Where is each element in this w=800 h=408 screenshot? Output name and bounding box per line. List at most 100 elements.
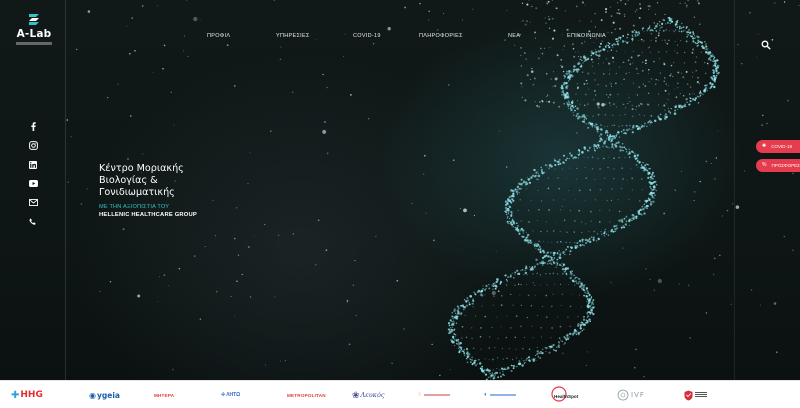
search-icon[interactable] bbox=[761, 37, 771, 50]
helix-particle bbox=[556, 221, 557, 223]
helix-particle bbox=[563, 103, 565, 105]
helix-particle bbox=[624, 113, 626, 116]
helix-particle bbox=[573, 231, 575, 233]
helix-particle bbox=[577, 324, 580, 327]
helix-particle bbox=[711, 84, 713, 86]
offers-quick-link[interactable]: % ΠΡΟΣΦΟΡΕΣ bbox=[756, 159, 800, 172]
helix-particle bbox=[615, 147, 617, 148]
helix-particle bbox=[563, 265, 565, 267]
helix-particle bbox=[589, 301, 591, 303]
helix-particle bbox=[532, 359, 535, 363]
partner-healthspot-logo[interactable]: HealthSpot bbox=[551, 386, 578, 404]
helix-particle bbox=[662, 30, 665, 32]
partner-lefkos-logo[interactable]: ❀ Λευκός bbox=[352, 389, 385, 401]
helix-particle bbox=[233, 237, 236, 240]
helix-particle bbox=[447, 84, 450, 86]
helix-particle bbox=[506, 10, 508, 12]
nav-item-information[interactable]: ΠΛΗΡΟΦΟΡΙΕΣ bbox=[419, 33, 463, 39]
helix-particle bbox=[558, 105, 561, 108]
linkedin-icon[interactable] bbox=[27, 159, 39, 170]
nav-item-services[interactable]: ΥΠΗΡΕΣΙΕΣ bbox=[276, 33, 310, 39]
helix-particle bbox=[495, 367, 498, 370]
facebook-icon[interactable] bbox=[27, 121, 39, 132]
helix-particle bbox=[552, 86, 554, 88]
helix-particle bbox=[622, 178, 624, 180]
partner-hhg-logo[interactable]: ✚ HHG bbox=[11, 389, 43, 401]
helix-particle bbox=[524, 269, 526, 271]
helix-particle bbox=[551, 241, 553, 243]
helix-particle bbox=[626, 221, 628, 223]
helix-particle bbox=[454, 312, 457, 314]
helix-particle bbox=[573, 114, 575, 117]
helix-particle bbox=[587, 123, 589, 125]
helix-particle bbox=[673, 112, 677, 115]
helix-particle bbox=[565, 72, 569, 76]
helix-particle bbox=[234, 315, 236, 317]
partner-shield-logo[interactable] bbox=[684, 389, 707, 401]
helix-particle bbox=[539, 284, 541, 286]
helix-particle bbox=[562, 49, 564, 51]
percent-icon: % bbox=[762, 162, 767, 168]
helix-particle bbox=[553, 257, 556, 259]
helix-particle bbox=[510, 201, 513, 204]
helix-particle bbox=[517, 225, 519, 227]
helix-particle bbox=[510, 212, 513, 215]
helix-particle bbox=[537, 263, 539, 265]
partner-blue-logo[interactable]: ◐ bbox=[484, 389, 516, 401]
email-icon[interactable] bbox=[27, 197, 39, 208]
helix-particle bbox=[594, 26, 597, 28]
helix-particle bbox=[472, 299, 475, 302]
partner-red-logo[interactable]: ◌ bbox=[418, 389, 450, 401]
youtube-icon[interactable] bbox=[27, 178, 39, 189]
partner-ivf-logo[interactable]: IVF bbox=[617, 389, 645, 401]
nav-item-covid[interactable]: COVID-19 bbox=[353, 33, 381, 39]
helix-particle bbox=[624, 3, 627, 5]
helix-particle bbox=[547, 241, 549, 243]
partner-ygeia-logo[interactable]: ◉ ygeia bbox=[89, 389, 120, 401]
helix-particle bbox=[694, 93, 695, 95]
helix-particle bbox=[625, 215, 628, 218]
helix-particle bbox=[529, 268, 533, 271]
helix-particle bbox=[531, 5, 533, 8]
helix-particle bbox=[553, 158, 555, 160]
nav-item-contact[interactable]: ΕΠΙΚΟΙΝΩΝΙΑ bbox=[567, 33, 606, 39]
helix-particle bbox=[479, 294, 482, 296]
helix-particle bbox=[569, 103, 572, 105]
helix-particle bbox=[577, 149, 580, 152]
helix-particle bbox=[458, 351, 461, 354]
partner-mitera-logo[interactable]: ΜΗΤΕΡΑ bbox=[154, 389, 174, 401]
helix-particle bbox=[443, 12, 445, 14]
helix-particle bbox=[493, 284, 496, 287]
helix-particle bbox=[609, 93, 612, 96]
phone-icon[interactable] bbox=[27, 216, 39, 227]
helix-particle bbox=[526, 239, 529, 242]
nav-item-news[interactable]: ΝΕΑ bbox=[508, 33, 520, 39]
nav-item-profile[interactable]: ΠΡΟΦΙΛ bbox=[207, 33, 230, 39]
helix-particle bbox=[650, 182, 654, 185]
helix-particle bbox=[474, 364, 477, 367]
helix-particle bbox=[500, 375, 502, 378]
partner-metropolitan-logo[interactable]: METROPOLITAN bbox=[287, 389, 326, 401]
helix-particle bbox=[697, 44, 699, 46]
partner-lito-logo[interactable]: ✢ ΛΗΤΩ bbox=[221, 389, 240, 401]
helix-particle bbox=[773, 302, 777, 305]
helix-particle bbox=[131, 17, 133, 19]
helix-particle bbox=[529, 241, 531, 243]
helix-particle bbox=[559, 162, 562, 165]
helix-particle bbox=[550, 251, 552, 254]
helix-particle bbox=[247, 246, 250, 248]
helix-particle bbox=[623, 132, 625, 134]
helix-particle bbox=[569, 305, 572, 308]
helix-particle bbox=[610, 83, 612, 85]
helix-particle bbox=[686, 83, 689, 85]
instagram-icon[interactable] bbox=[27, 140, 39, 151]
covid-quick-link[interactable]: ✺ COVID-19 bbox=[756, 140, 800, 153]
helix-particle bbox=[558, 337, 561, 339]
helix-particle bbox=[682, 94, 685, 97]
helix-particle bbox=[479, 335, 482, 338]
helix-particle bbox=[593, 147, 595, 150]
helix-particle bbox=[516, 189, 517, 191]
helix-particle bbox=[647, 27, 650, 30]
helix-particle bbox=[587, 88, 589, 90]
helix-particle bbox=[516, 365, 518, 368]
